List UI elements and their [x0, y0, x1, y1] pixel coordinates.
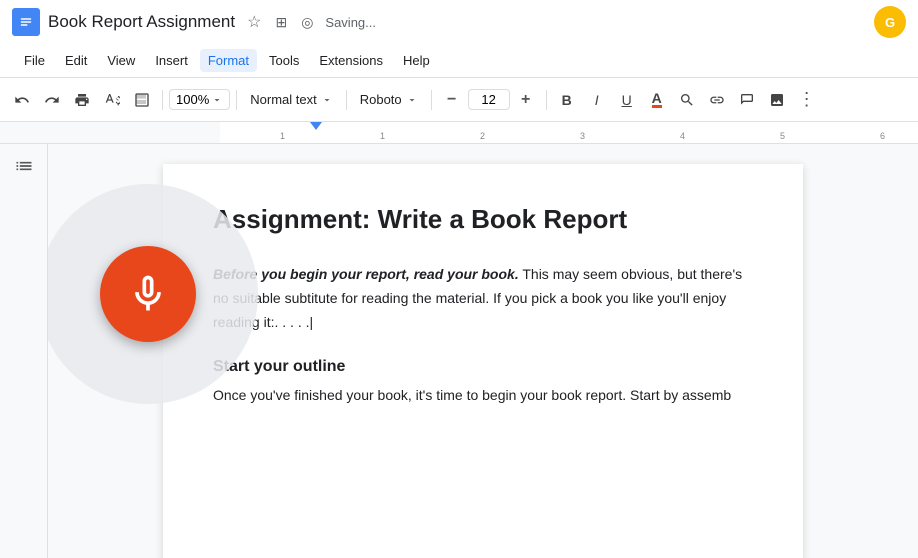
- doc-page: Assignment: Write a Book Report Before y…: [163, 164, 803, 558]
- toolbar: 100% Normal text Roboto − 12 + B I U A ⋮: [0, 78, 918, 122]
- ruler-inner: 1 1 2 3 4 5 6: [220, 122, 918, 143]
- decrease-font-button[interactable]: −: [438, 86, 466, 114]
- title-bar: Book Report Assignment ☆ ⊞ ◎ Saving... G: [0, 0, 918, 44]
- zoom-value: 100%: [176, 92, 209, 107]
- voice-icon[interactable]: ◎: [297, 12, 317, 33]
- mic-button[interactable]: [100, 246, 196, 342]
- user-avatar[interactable]: G: [874, 6, 906, 38]
- doc-main-title: Assignment: Write a Book Report: [213, 204, 753, 235]
- divider-3: [346, 90, 347, 110]
- menu-file[interactable]: File: [16, 49, 53, 72]
- font-family-value: Roboto: [360, 92, 402, 107]
- divider-2: [236, 90, 237, 110]
- more-options-button[interactable]: ⋮: [793, 86, 821, 114]
- menu-bar: File Edit View Insert Format Tools Exten…: [0, 44, 918, 78]
- doc-paragraph-2: Once you've finished your book, it's tim…: [213, 384, 753, 408]
- menu-help[interactable]: Help: [395, 49, 438, 72]
- menu-tools[interactable]: Tools: [261, 49, 307, 72]
- divider-4: [431, 90, 432, 110]
- doc-area[interactable]: Assignment: Write a Book Report Before y…: [48, 144, 918, 558]
- menu-format[interactable]: Format: [200, 49, 257, 72]
- outline-toggle[interactable]: [10, 152, 38, 180]
- insert-image-button[interactable]: [763, 86, 791, 114]
- ruler: 1 1 2 3 4 5 6: [0, 122, 918, 144]
- doc-heading-2: Start your outline: [213, 358, 753, 376]
- comment-button[interactable]: [733, 86, 761, 114]
- paragraph-style-value: Normal text: [250, 92, 316, 107]
- main-area: Assignment: Write a Book Report Before y…: [0, 144, 918, 558]
- redo-button[interactable]: [38, 86, 66, 114]
- doc-paragraph-1[interactable]: Before you begin your report, read your …: [213, 263, 753, 334]
- highlight-button[interactable]: [673, 86, 701, 114]
- spellcheck-button[interactable]: [98, 86, 126, 114]
- paint-format-button[interactable]: [128, 86, 156, 114]
- saving-status: Saving...: [325, 15, 376, 30]
- title-icons: ☆ ⊞ ◎: [243, 10, 317, 34]
- mic-overlay: [48, 184, 258, 404]
- ruler-left: [0, 122, 220, 143]
- drive-icon[interactable]: ⊞: [271, 12, 291, 33]
- menu-view[interactable]: View: [99, 49, 143, 72]
- font-size-input[interactable]: 12: [468, 89, 510, 110]
- menu-insert[interactable]: Insert: [147, 49, 196, 72]
- divider-5: [546, 90, 547, 110]
- bold-button[interactable]: B: [553, 86, 581, 114]
- print-button[interactable]: [68, 86, 96, 114]
- star-icon[interactable]: ☆: [243, 10, 265, 34]
- increase-font-button[interactable]: +: [512, 86, 540, 114]
- undo-button[interactable]: [8, 86, 36, 114]
- menu-edit[interactable]: Edit: [57, 49, 95, 72]
- menu-extensions[interactable]: Extensions: [311, 49, 391, 72]
- doc-bold-italic-text: Before you begin your report, read your …: [213, 266, 519, 282]
- text-color-icon: A: [652, 91, 662, 108]
- divider-1: [162, 90, 163, 110]
- zoom-selector[interactable]: 100%: [169, 89, 230, 110]
- italic-button[interactable]: I: [583, 86, 611, 114]
- underline-button[interactable]: U: [613, 86, 641, 114]
- font-family-selector[interactable]: Roboto: [353, 89, 425, 110]
- text-color-button[interactable]: A: [643, 86, 671, 114]
- doc-title: Book Report Assignment: [48, 12, 235, 32]
- google-docs-icon: [12, 8, 40, 36]
- font-size-value: 12: [481, 92, 495, 107]
- paragraph-style-selector[interactable]: Normal text: [243, 89, 339, 110]
- link-button[interactable]: [703, 86, 731, 114]
- side-panel: [0, 144, 48, 558]
